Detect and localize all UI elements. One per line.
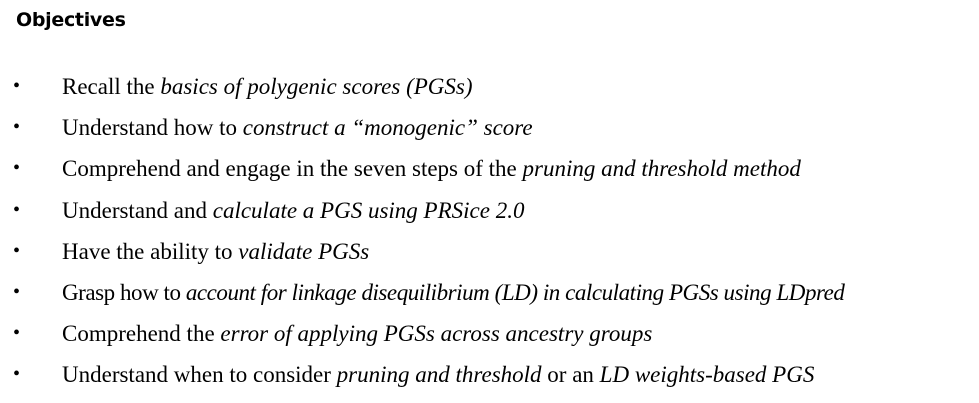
- section-heading: Objectives: [16, 9, 126, 31]
- objective-text: Grasp how to account for linkage disequi…: [62, 272, 845, 313]
- text-segment: Understand when to consider: [62, 362, 337, 388]
- emphasis-segment: pruning and threshold: [336, 362, 542, 388]
- emphasis-segment: construct a “monogenic” score: [242, 115, 533, 141]
- text-segment: Understand and: [62, 197, 213, 223]
- objective-text: Understand and calculate a PGS using PRS…: [62, 190, 524, 231]
- text-segment: Grasp how to: [62, 279, 186, 305]
- objective-text: Understand how to construct a “monogenic…: [62, 107, 533, 148]
- text-segment: Have the ability to: [62, 238, 239, 264]
- emphasis-segment: account for linkage disequilibrium (LD) …: [185, 279, 845, 305]
- objective-text: Recall the basics of polygenic scores (P…: [62, 66, 473, 107]
- text-segment: Recall the: [62, 74, 161, 99]
- bullet-marker: •: [13, 157, 21, 180]
- objective-text: Comprehend and engage in the seven steps…: [62, 148, 801, 189]
- text-segment: Comprehend the: [62, 321, 221, 347]
- bullet-marker: •: [13, 75, 21, 97]
- text-segment: Comprehend and engage in the seven steps…: [62, 156, 523, 182]
- bullet-marker: •: [13, 198, 21, 221]
- emphasis-segment: validate PGSs: [238, 238, 370, 264]
- objective-text: Comprehend the error of applying PGSs ac…: [62, 313, 652, 354]
- emphasis-segment: basics of polygenic scores (PGSs): [160, 74, 473, 99]
- emphasis-segment: LD weights-based PGS: [599, 362, 815, 388]
- bullet-marker: •: [13, 239, 21, 262]
- emphasis-segment: pruning and threshold method: [522, 156, 801, 182]
- objective-text: Have the ability to validate PGSs: [62, 231, 369, 272]
- emphasis-segment: error of applying PGSs across ancestry g…: [220, 321, 653, 347]
- emphasis-segment: calculate a PGS using PRSice 2.0: [212, 197, 525, 223]
- text-segment: or an: [541, 362, 600, 388]
- text-segment: Understand how to: [62, 115, 243, 141]
- bullet-marker: •: [13, 322, 21, 345]
- bullet-marker: •: [13, 116, 21, 139]
- objective-text: Understand when to consider pruning and …: [62, 354, 814, 395]
- bullet-marker: •: [13, 363, 21, 386]
- bullet-marker: •: [13, 280, 20, 303]
